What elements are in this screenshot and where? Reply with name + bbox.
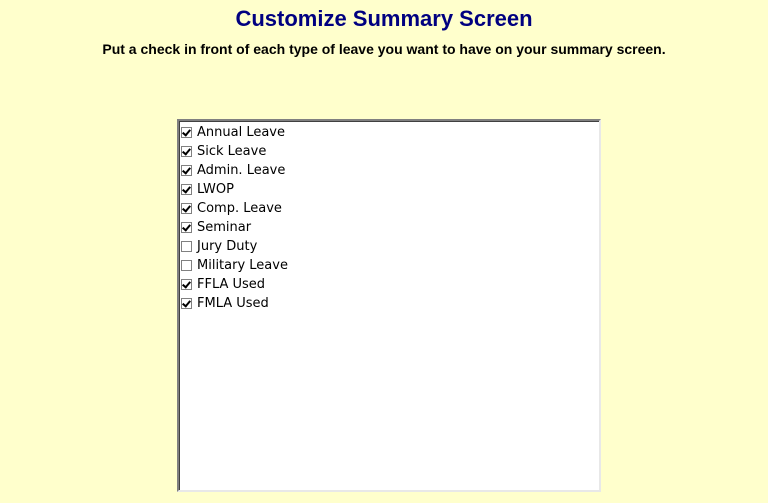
checkbox[interactable] bbox=[181, 260, 192, 271]
leave-type-checklist[interactable]: Annual Leave Sick Leave Admin. Leave LWO… bbox=[177, 119, 601, 492]
instructions-text: Put a check in front of each type of lea… bbox=[102, 41, 666, 57]
list-item-comp-leave[interactable]: Comp. Leave bbox=[181, 199, 599, 218]
list-item-label: FMLA Used bbox=[197, 296, 269, 311]
list-item-label: Annual Leave bbox=[197, 125, 285, 140]
checkbox[interactable] bbox=[181, 165, 192, 176]
checkbox[interactable] bbox=[181, 298, 192, 309]
list-item-label: Jury Duty bbox=[197, 239, 258, 254]
list-item-ffla-used[interactable]: FFLA Used bbox=[181, 275, 599, 294]
list-item-label: LWOP bbox=[197, 182, 234, 197]
checkbox[interactable] bbox=[181, 279, 192, 290]
list-item-label: Comp. Leave bbox=[197, 201, 282, 216]
checkbox[interactable] bbox=[181, 184, 192, 195]
list-item-label: FFLA Used bbox=[197, 277, 266, 292]
list-item-label: Sick Leave bbox=[197, 144, 267, 159]
list-item-label: Military Leave bbox=[197, 258, 288, 273]
list-item-jury-duty[interactable]: Jury Duty bbox=[181, 237, 599, 256]
list-item-annual-leave[interactable]: Annual Leave bbox=[181, 123, 599, 142]
list-item-fmla-used[interactable]: FMLA Used bbox=[181, 294, 599, 313]
list-item-sick-leave[interactable]: Sick Leave bbox=[181, 142, 599, 161]
checkbox[interactable] bbox=[181, 127, 192, 138]
checkbox[interactable] bbox=[181, 241, 192, 252]
list-item-admin-leave[interactable]: Admin. Leave bbox=[181, 161, 599, 180]
checkbox[interactable] bbox=[181, 146, 192, 157]
list-item-label: Admin. Leave bbox=[197, 163, 286, 178]
checkbox[interactable] bbox=[181, 222, 192, 233]
list-item-seminar[interactable]: Seminar bbox=[181, 218, 599, 237]
list-item-military-leave[interactable]: Military Leave bbox=[181, 256, 599, 275]
checkbox[interactable] bbox=[181, 203, 192, 214]
page-title: Customize Summary Screen bbox=[235, 6, 533, 31]
list-item-lwop[interactable]: LWOP bbox=[181, 180, 599, 199]
list-item-label: Seminar bbox=[197, 220, 252, 235]
